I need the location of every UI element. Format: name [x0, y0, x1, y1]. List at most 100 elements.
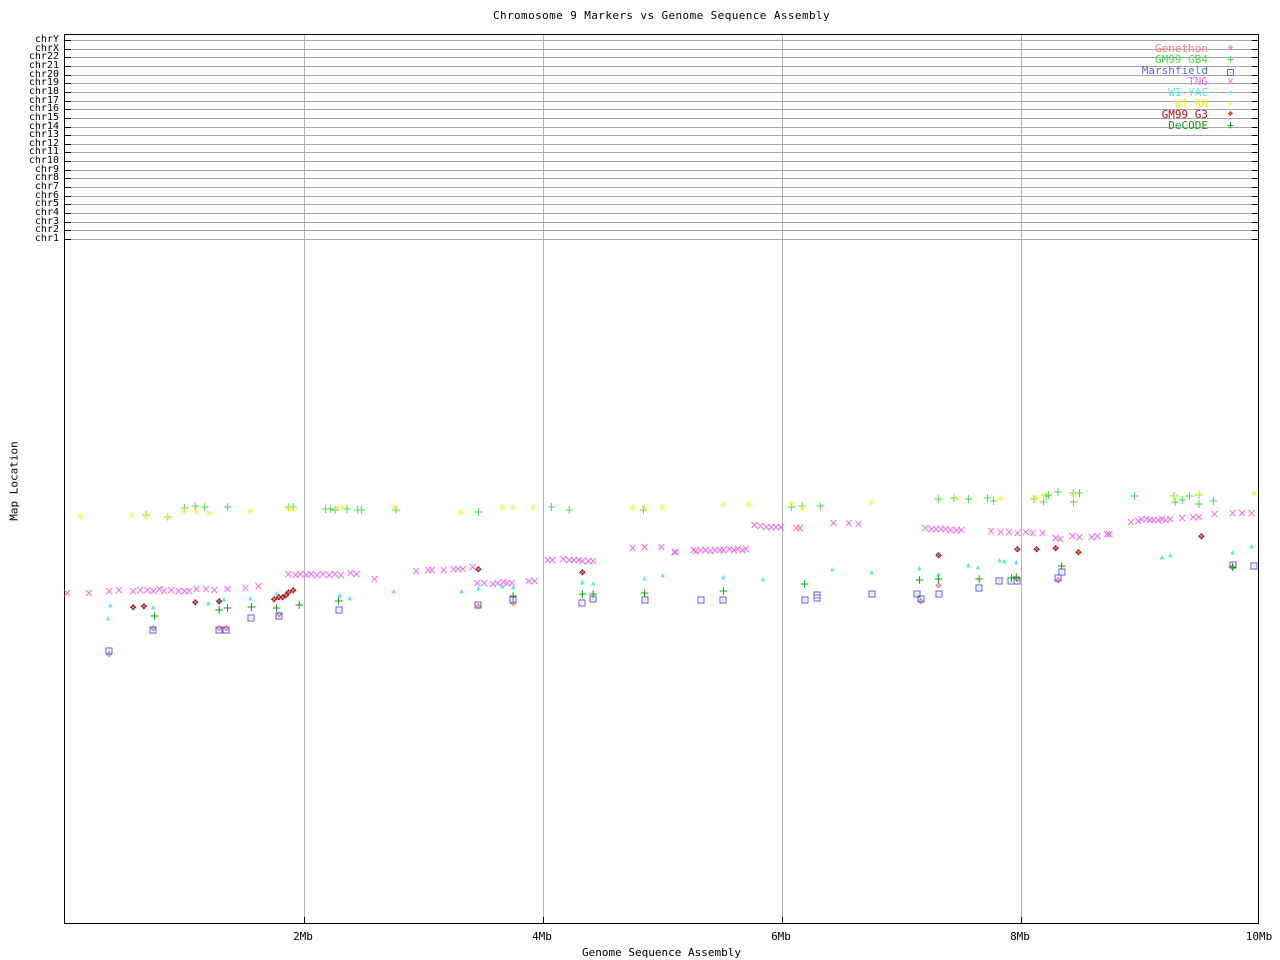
data-point: ×	[530, 575, 540, 587]
data-point: ❖	[1052, 546, 1060, 555]
data-point: ❖	[140, 604, 148, 613]
data-point: ✳	[1250, 490, 1258, 500]
data-point: ×	[336, 569, 346, 581]
data-point: ×	[628, 542, 638, 554]
data-point: ×	[1227, 507, 1237, 519]
data-point: ✳	[128, 512, 136, 522]
y-axis-tick	[1252, 135, 1258, 136]
data-point: ▴	[869, 569, 874, 578]
y-axis-tick	[65, 144, 71, 145]
chromosome-gridline	[65, 135, 1258, 136]
data-point: ×	[1210, 508, 1220, 520]
data-point: ×	[254, 580, 264, 592]
data-point: ▴	[660, 572, 665, 581]
x-tick-label: 8Mb	[1010, 930, 1030, 943]
data-point: ▴	[391, 588, 396, 597]
data-point: +	[963, 493, 973, 505]
data-point	[935, 591, 942, 598]
data-point: ❖	[578, 570, 586, 579]
y-axis-tick	[65, 187, 71, 188]
data-point: ❖	[1197, 534, 1205, 543]
chromosome-gridline	[65, 204, 1258, 205]
y-axis-tick	[1252, 118, 1258, 119]
mb-gridline	[782, 35, 783, 923]
data-point: +	[934, 573, 944, 585]
data-point: ×	[671, 546, 681, 558]
x-axis-tick	[304, 917, 305, 923]
x-tick-label: 4Mb	[532, 930, 552, 943]
y-axis-tick	[65, 75, 71, 76]
data-point: ×	[191, 583, 201, 595]
data-point: ✳	[456, 509, 464, 519]
data-point: +	[564, 504, 574, 516]
data-point: ✳	[744, 501, 752, 511]
y-axis-tick	[65, 135, 71, 136]
y-axis-tick	[1252, 75, 1258, 76]
data-point: ×	[439, 564, 449, 576]
data-point: +	[150, 610, 160, 622]
legend-marker-icon: +	[1222, 54, 1239, 65]
data-point	[996, 578, 1003, 585]
y-axis-tick	[1252, 101, 1258, 102]
data-point: ▴	[761, 576, 766, 585]
data-point: +	[1129, 490, 1139, 502]
mb-gridline	[1021, 35, 1022, 923]
data-point	[801, 597, 808, 604]
data-point: ×	[427, 564, 437, 576]
data-point: ×	[640, 541, 650, 553]
y-axis-tick	[65, 204, 71, 205]
data-point: ✳	[628, 504, 636, 514]
y-axis-tick-labels: chrYchrXchr22chr21chr20chr19chr18chr17ch…	[0, 0, 59, 960]
x-tick-label: 2Mb	[293, 930, 313, 943]
y-axis-tick	[65, 170, 71, 171]
y-axis-tick	[65, 66, 71, 67]
data-point: +	[718, 585, 728, 597]
data-point: ▴	[966, 562, 971, 571]
y-axis-tick	[1252, 196, 1258, 197]
data-point: ×	[84, 587, 94, 599]
data-point: ×	[352, 568, 362, 580]
chromosome-gridline	[65, 178, 1258, 179]
y-axis-tick	[1252, 144, 1258, 145]
y-axis-tick	[1252, 49, 1258, 50]
y-axis-tick	[1252, 222, 1258, 223]
data-point: ×	[411, 565, 421, 577]
data-point: +	[334, 595, 344, 607]
legend-marker-icon: ×	[1222, 76, 1239, 87]
data-point: ×	[1165, 513, 1175, 525]
chromosome-gridline	[65, 170, 1258, 171]
y-axis-tick	[65, 230, 71, 231]
data-point: ✳	[289, 506, 297, 516]
x-axis-tick	[543, 917, 544, 923]
data-point: ×	[844, 517, 854, 529]
y-axis-tick	[65, 40, 71, 41]
data-point: +	[222, 501, 232, 513]
data-point	[106, 648, 113, 655]
data-point: +	[246, 601, 256, 613]
data-point: +	[1011, 571, 1021, 583]
data-point: ✳	[1195, 490, 1203, 500]
y-axis-tick	[1252, 239, 1258, 240]
data-point: +	[800, 578, 810, 590]
y-axis-tick	[65, 196, 71, 197]
data-point: ✳	[338, 504, 346, 514]
y-axis-tick	[1252, 83, 1258, 84]
y-axis-tick	[65, 109, 71, 110]
data-point: ×	[1092, 530, 1102, 542]
data-point: ×	[1194, 511, 1204, 523]
data-point: ×	[588, 555, 598, 567]
data-point: ❖	[129, 605, 137, 614]
data-point: ▴	[1014, 559, 1019, 568]
data-point: ×	[548, 554, 558, 566]
data-point: ❖	[1013, 547, 1021, 556]
data-point: ✳	[391, 504, 399, 514]
data-point: +	[473, 506, 483, 518]
data-point: ▴	[108, 602, 113, 611]
data-point: ❖	[289, 588, 297, 597]
data-point	[150, 627, 157, 634]
data-point: ✳	[142, 513, 150, 523]
data-point: ✳	[180, 508, 188, 518]
data-point: ✳	[1171, 493, 1179, 503]
chromosome-gridline	[65, 213, 1258, 214]
data-point: ▴	[106, 615, 111, 624]
